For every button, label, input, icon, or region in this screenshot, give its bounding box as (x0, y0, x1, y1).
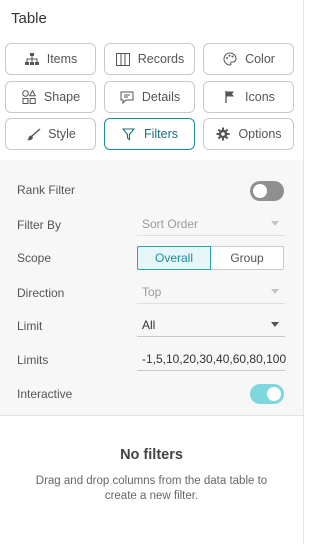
hierarchy-icon (24, 51, 40, 67)
chevron-down-icon (271, 221, 279, 226)
interactive-toggle[interactable] (250, 384, 284, 404)
options-label: Options (238, 127, 282, 141)
limits-value: -1,5,10,20,30,40,60,80,100 (142, 351, 287, 366)
gear-icon (215, 126, 231, 142)
scope-label: Scope (17, 251, 52, 265)
records-label: Records (137, 52, 185, 66)
items-button[interactable]: Items (5, 43, 96, 75)
style-label: Style (48, 127, 76, 141)
limit-dropdown[interactable]: All (137, 313, 285, 337)
toggle-knob (253, 184, 267, 198)
flag-icon (222, 89, 238, 105)
items-label: Items (46, 52, 78, 66)
icons-label: Icons (245, 90, 275, 104)
shape-button[interactable]: Shape (5, 81, 96, 113)
direction-value: Top (142, 284, 162, 299)
filter-by-dropdown[interactable]: Sort Order (137, 212, 285, 236)
filter-by-value: Sort Order (142, 216, 199, 231)
panel-title: Table (11, 10, 47, 27)
rank-filter-toggle[interactable] (250, 181, 284, 201)
details-label: Details (141, 90, 181, 104)
shape-label: Shape (43, 90, 81, 104)
color-button[interactable]: Color (203, 43, 294, 75)
filter-by-label: Filter By (17, 218, 62, 232)
rank-filter-label: Rank Filter (17, 183, 76, 197)
limits-input[interactable]: -1,5,10,20,30,40,60,80,100 (137, 347, 287, 371)
table-settings-panel: Table Items Records Color Shape Details (0, 0, 304, 544)
limit-value: All (142, 317, 156, 332)
color-label: Color (245, 52, 275, 66)
icons-button[interactable]: Icons (203, 81, 294, 113)
divider (0, 415, 304, 416)
empty-state-description: Drag and drop columns from the data tabl… (35, 475, 268, 502)
records-button[interactable]: Records (104, 43, 195, 75)
palette-icon (222, 51, 238, 67)
chevron-down-icon (271, 289, 279, 294)
scope-group-option[interactable]: Group (211, 246, 284, 270)
interactive-label: Interactive (17, 387, 73, 401)
empty-state-title: No filters (120, 447, 183, 463)
scope-overall-option[interactable]: Overall (137, 246, 211, 270)
limits-label: Limits (17, 353, 49, 367)
options-button[interactable]: Options (203, 118, 294, 150)
filter-icon (121, 126, 137, 142)
filters-label: Filters (143, 127, 179, 141)
toggle-knob (267, 387, 281, 401)
direction-dropdown[interactable]: Top (137, 280, 285, 304)
limit-label: Limit (17, 319, 43, 333)
shapes-icon (21, 89, 37, 105)
style-button[interactable]: Style (5, 118, 96, 150)
brush-icon (25, 126, 41, 142)
comment-icon (119, 89, 135, 105)
columns-icon (115, 51, 131, 67)
details-button[interactable]: Details (104, 81, 195, 113)
direction-label: Direction (17, 286, 65, 300)
chevron-down-icon (271, 322, 279, 327)
filters-button[interactable]: Filters (104, 118, 195, 150)
